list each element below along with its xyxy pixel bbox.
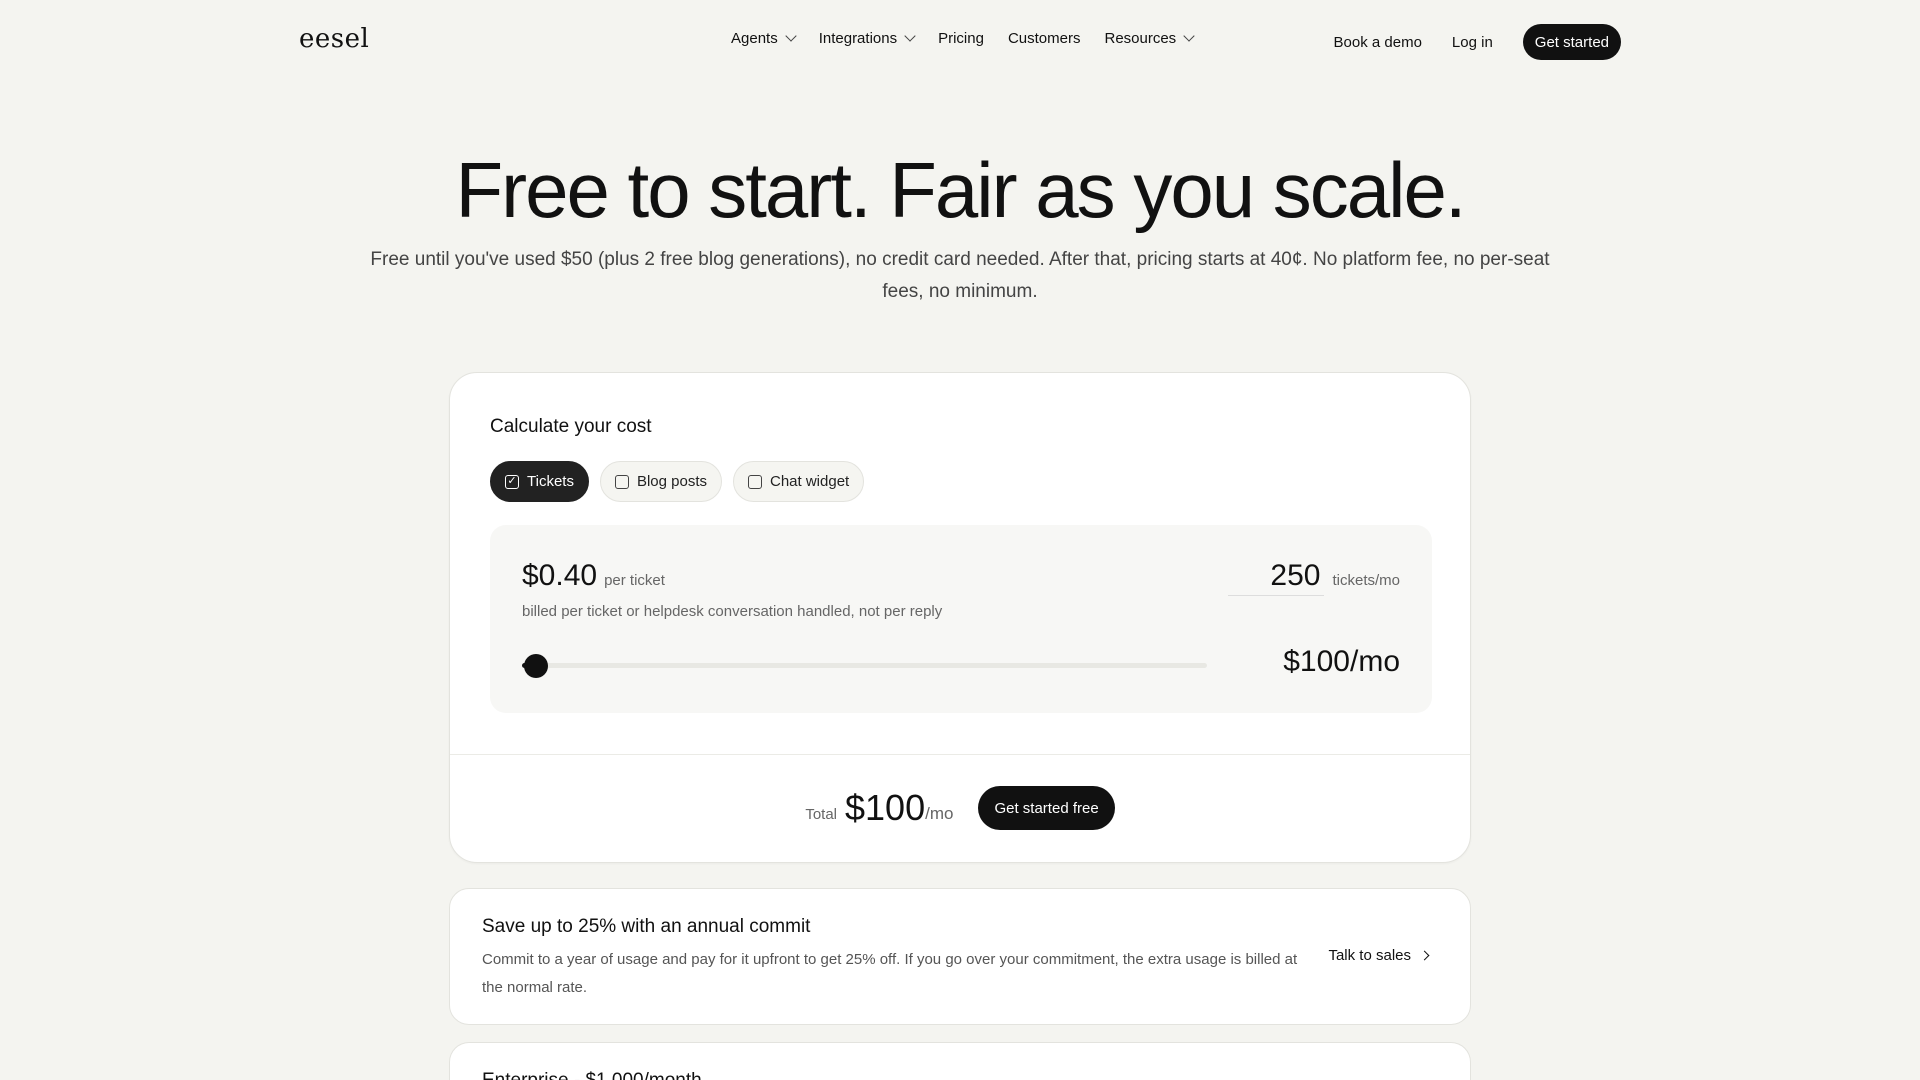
enterprise-card: Enterprise - $1,000/month bbox=[449, 1042, 1471, 1080]
nav-item-label: Customers bbox=[1007, 30, 1081, 47]
total-row: Total $100 /mo Get started free bbox=[450, 786, 1470, 830]
toggle-label: Tickets bbox=[527, 473, 574, 490]
book-demo-link[interactable]: Book a demo bbox=[1334, 34, 1422, 51]
annual-description: Commit to a year of usage and pay for it… bbox=[482, 951, 1298, 996]
ticket-quantity: tickets/mo bbox=[1228, 559, 1400, 596]
get-started-button[interactable]: Get started bbox=[1522, 24, 1621, 60]
chevron-right-icon bbox=[1419, 950, 1430, 961]
chevron-down-icon bbox=[904, 30, 916, 42]
ticket-volume-slider[interactable] bbox=[522, 654, 1207, 678]
nav-actions: Book a demo Log in Get started bbox=[1334, 24, 1621, 60]
toggle-chat-widget[interactable]: Chat widget bbox=[733, 461, 865, 502]
toggle-blog-posts[interactable]: Blog posts bbox=[599, 461, 722, 502]
login-link[interactable]: Log in bbox=[1452, 34, 1493, 51]
monthly-cost: $100/mo bbox=[1283, 645, 1400, 678]
get-started-free-button[interactable]: Get started free bbox=[978, 786, 1115, 830]
enterprise-title: Enterprise - $1,000/month bbox=[482, 1070, 702, 1080]
ticket-quantity-input[interactable] bbox=[1228, 559, 1325, 596]
checkbox-checked-icon: ✓ bbox=[505, 474, 519, 489]
annual-title: Save up to 25% with an annual commit bbox=[482, 916, 811, 937]
toggle-label: Blog posts bbox=[636, 473, 707, 490]
divider bbox=[450, 754, 1470, 755]
eesel-logo[interactable]: eesel bbox=[299, 24, 369, 54]
rate-unit: per ticket bbox=[604, 572, 665, 589]
quantity-unit: tickets/mo bbox=[1332, 572, 1400, 589]
nav-item-customers[interactable]: Customers bbox=[1008, 30, 1081, 47]
ticket-calculator-panel: $0.40 per ticket billed per ticket or he… bbox=[490, 525, 1432, 713]
total-value: $100 bbox=[845, 787, 926, 828]
nav-item-agents[interactable]: Agents bbox=[731, 30, 797, 47]
rate-note: billed per ticket or helpdesk conversati… bbox=[522, 603, 943, 620]
toggle-tickets[interactable]: ✓ Tickets bbox=[490, 461, 589, 502]
top-navigation: eesel Agents Integrations Pricing Custom… bbox=[0, 0, 1920, 84]
nav-item-label: Pricing bbox=[938, 30, 984, 47]
rate-value: $0.40 bbox=[522, 559, 598, 592]
nav-item-pricing[interactable]: Pricing bbox=[938, 30, 984, 47]
product-toggles: ✓ Tickets Blog posts Chat widget bbox=[490, 461, 875, 502]
calculator-title: Calculate your cost bbox=[490, 416, 652, 437]
hero-subtitle: Free until you've used $50 (plus 2 free … bbox=[370, 249, 1550, 302]
checkbox-empty-icon bbox=[748, 474, 762, 489]
chevron-down-icon bbox=[785, 30, 797, 42]
nav-item-integrations[interactable]: Integrations bbox=[818, 30, 916, 47]
chevron-down-icon bbox=[1183, 30, 1195, 42]
nav-item-label: Integrations bbox=[818, 30, 898, 47]
total-label: Total bbox=[805, 805, 838, 823]
nav-item-label: Resources bbox=[1104, 30, 1177, 47]
nav-item-resources[interactable]: Resources bbox=[1104, 30, 1195, 47]
annual-commit-card: Save up to 25% with an annual commit Com… bbox=[449, 888, 1471, 1025]
checkbox-empty-icon bbox=[614, 474, 629, 489]
slider-handle[interactable] bbox=[523, 654, 548, 678]
nav-links: Agents Integrations Pricing Customers Re… bbox=[731, 30, 1217, 47]
talk-to-sales-link[interactable]: Talk to sales bbox=[1328, 947, 1430, 964]
nav-item-label: Agents bbox=[731, 30, 778, 47]
page-title: Free to start. Fair as you scale. bbox=[455, 146, 1466, 234]
toggle-label: Chat widget bbox=[770, 473, 850, 490]
cost-calculator-card: Calculate your cost ✓ Tickets Blog posts… bbox=[449, 372, 1471, 863]
total-unit: /mo bbox=[925, 804, 954, 823]
talk-to-sales-label: Talk to sales bbox=[1328, 947, 1411, 964]
ticket-rate: $0.40 per ticket bbox=[522, 559, 665, 593]
